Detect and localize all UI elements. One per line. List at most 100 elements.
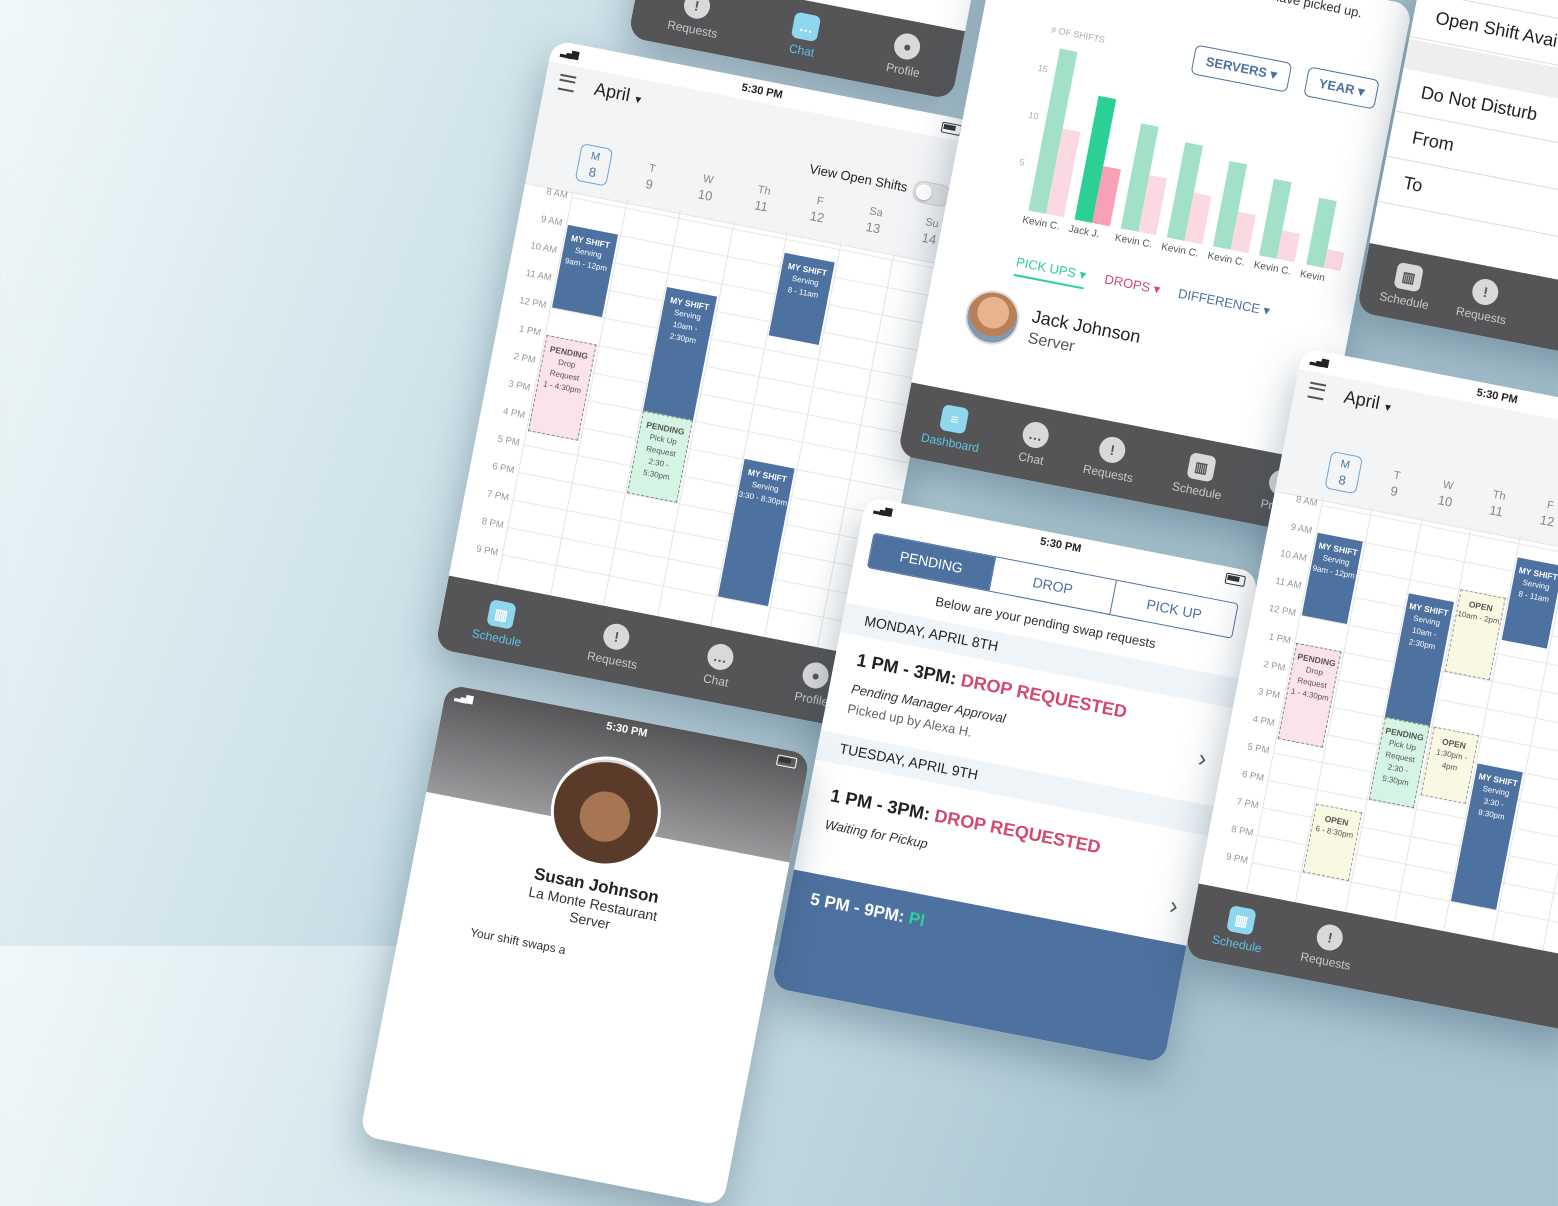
- month-picker[interactable]: April▼: [1342, 387, 1395, 417]
- hour-label: 9 PM: [475, 543, 500, 559]
- day-th[interactable]: Th 11: [744, 180, 780, 219]
- caret-down-icon: ▾: [1152, 280, 1162, 297]
- hour-label: 10 AM: [529, 240, 558, 257]
- bar-drops[interactable]: [1277, 230, 1301, 263]
- dashboard-intro: ...hifts your empoyees have picked up.: [1143, 0, 1372, 23]
- profile-phone: ▂▄▆ 5:30 PM Susan Johnson La Monte Resta…: [359, 683, 811, 1206]
- schedule-grid: 8 AM 9 AM 10 AM 11 AM 12 PM 1 PM 2 PM 3 PM 4 PM 5…: [1199, 488, 1558, 960]
- hour-label: 11 AM: [1274, 575, 1303, 592]
- tab-pending[interactable]: PENDING: [867, 533, 995, 591]
- caret-down-icon: ▼: [632, 94, 644, 107]
- tab-chat[interactable]: … Chat: [1017, 419, 1051, 468]
- hour-gridline: [533, 389, 909, 464]
- tab-requests[interactable]: ! Requests: [1299, 920, 1357, 973]
- hour-label: 6 PM: [491, 461, 516, 477]
- tab-bar: ▥ Schedule ! Requests: [1356, 242, 1558, 362]
- avatar: [960, 285, 1024, 350]
- x-tick-label: Kevin C.: [1206, 250, 1246, 269]
- battery-icon: [1224, 572, 1247, 588]
- tab-requests[interactable]: ! Requests: [1455, 274, 1513, 327]
- profile-note: Your shift swaps a: [469, 925, 567, 958]
- day-number: 12: [1538, 512, 1556, 530]
- tab-schedule[interactable]: ▥ Schedule: [1211, 903, 1269, 956]
- tab-dashboard[interactable]: ≡ Dashboard: [920, 401, 986, 455]
- tab-requests[interactable]: ! Requests: [586, 619, 644, 672]
- signal-icon: ▂▄▆: [454, 690, 474, 704]
- tab-schedule[interactable]: ▥ Schedule: [1378, 260, 1436, 312]
- day-th[interactable]: Th 11: [1479, 485, 1515, 524]
- signal-icon: ▂▄▆: [873, 503, 893, 517]
- pending-shift-block[interactable]: PENDING Pick Up Request 2:30 - 5:30pm: [627, 410, 693, 503]
- alert-icon: !: [1470, 276, 1501, 308]
- day-t[interactable]: T9: [633, 158, 669, 197]
- person-icon: ●: [892, 31, 923, 62]
- hour-label: 12 PM: [1267, 602, 1297, 620]
- chat-bubble-icon: …: [791, 11, 822, 43]
- hamburger-menu-icon[interactable]: [557, 73, 577, 93]
- day-m[interactable]: M8: [574, 143, 614, 187]
- hour-label: 1 PM: [518, 323, 542, 339]
- caret-down-icon: ▾: [1262, 302, 1272, 319]
- tab-requests[interactable]: ! Requests: [666, 0, 724, 41]
- tab-chat[interactable]: … Chat: [702, 641, 736, 690]
- signal-icon: ▂▄▆: [560, 46, 579, 60]
- chart-tab-difference[interactable]: DIFFERENCE ▾: [1177, 286, 1272, 319]
- hour-label: 8 PM: [480, 515, 505, 532]
- chart-tab-drops[interactable]: DROPS ▾: [1103, 271, 1161, 297]
- hour-gridline: [512, 499, 888, 574]
- my-shift-block[interactable]: MY SHIFT Serving 10am - 2:30pm: [1384, 593, 1454, 726]
- hour-label: 3 PM: [507, 378, 532, 394]
- x-tick-label: Kevin C.: [1113, 232, 1154, 251]
- my-shift-block[interactable]: MY SHIFT Serving 10am - 2:30pm: [643, 286, 717, 421]
- tab-requests[interactable]: ! Requests: [1082, 432, 1140, 485]
- hamburger-menu-icon[interactable]: [1307, 381, 1327, 401]
- signal-icon: ▂▄▆: [1309, 354, 1329, 368]
- day-m[interactable]: M8: [1324, 450, 1364, 495]
- hour-label: 4 PM: [1251, 713, 1276, 729]
- my-shift-block[interactable]: MY SHIFT Serving 9am - 12pm: [551, 224, 618, 318]
- tab-chat[interactable]: … Chat: [788, 11, 822, 60]
- x-tick-label: Jack J.: [1067, 223, 1101, 241]
- day-f[interactable]: F 12: [1531, 495, 1558, 534]
- tab-profile[interactable]: ● Profile: [885, 31, 927, 80]
- next-request-banner[interactable]: 5 PM - 9PM: PI: [770, 869, 1187, 1064]
- chevron-right-icon[interactable]: ›: [1167, 892, 1180, 921]
- tab-pick-up[interactable]: PICK UP: [1109, 580, 1238, 638]
- person-icon: ●: [800, 660, 832, 691]
- my-shift-block[interactable]: MY SHIFT Serving 9am - 12pm: [1301, 532, 1364, 625]
- hour-label: 9 AM: [1289, 521, 1314, 537]
- day-t[interactable]: T9: [1377, 465, 1413, 504]
- alert-icon: !: [681, 0, 713, 21]
- day-w[interactable]: W 10: [1428, 475, 1464, 514]
- hour-label: 7 PM: [485, 488, 510, 504]
- pending-shift-block[interactable]: PENDING Drop Request 1 - 4:30pm: [1277, 642, 1342, 748]
- hour-gridline: [523, 444, 899, 519]
- pending-shift-block[interactable]: PENDING Drop Request 1 - 4:30pm: [527, 334, 597, 441]
- hour-label: 2 PM: [512, 351, 537, 367]
- tab-drop[interactable]: DROP: [988, 557, 1117, 615]
- day-sa[interactable]: Sa 13: [856, 202, 892, 241]
- hour-label: 9 PM: [1225, 851, 1249, 867]
- hour-gridline: [528, 416, 904, 491]
- chevron-right-icon[interactable]: ›: [1196, 745, 1209, 774]
- battery-icon: [775, 754, 798, 769]
- alert-icon: !: [1097, 434, 1128, 466]
- alert-icon: !: [601, 621, 632, 653]
- y-tick: 10: [1027, 109, 1040, 122]
- hour-label: 11 AM: [524, 267, 553, 284]
- tab-schedule[interactable]: ▥ Schedule: [1171, 450, 1229, 502]
- hour-gridline: [517, 471, 893, 546]
- dashboard-icon: ≡: [939, 404, 970, 435]
- hour-label: 1 PM: [1267, 631, 1292, 647]
- hour-label: 3 PM: [1257, 686, 1281, 702]
- chart-tab-pickups[interactable]: PICK UPS ▾: [1013, 254, 1088, 290]
- hour-label: 5 PM: [1246, 741, 1271, 757]
- schedule-icon: ▥: [1186, 451, 1217, 483]
- day-w[interactable]: W 10: [689, 169, 725, 208]
- tab-bar: ≡ Dashboard … Chat ! Requests ▥ Schedule…: [897, 382, 1324, 536]
- day-f[interactable]: F 12: [800, 191, 836, 230]
- tab-schedule[interactable]: ▥ Schedule: [471, 597, 529, 650]
- month-picker[interactable]: April▼: [592, 79, 645, 109]
- bar-drops[interactable]: [1323, 248, 1345, 272]
- hour-label: 8 PM: [1230, 823, 1255, 839]
